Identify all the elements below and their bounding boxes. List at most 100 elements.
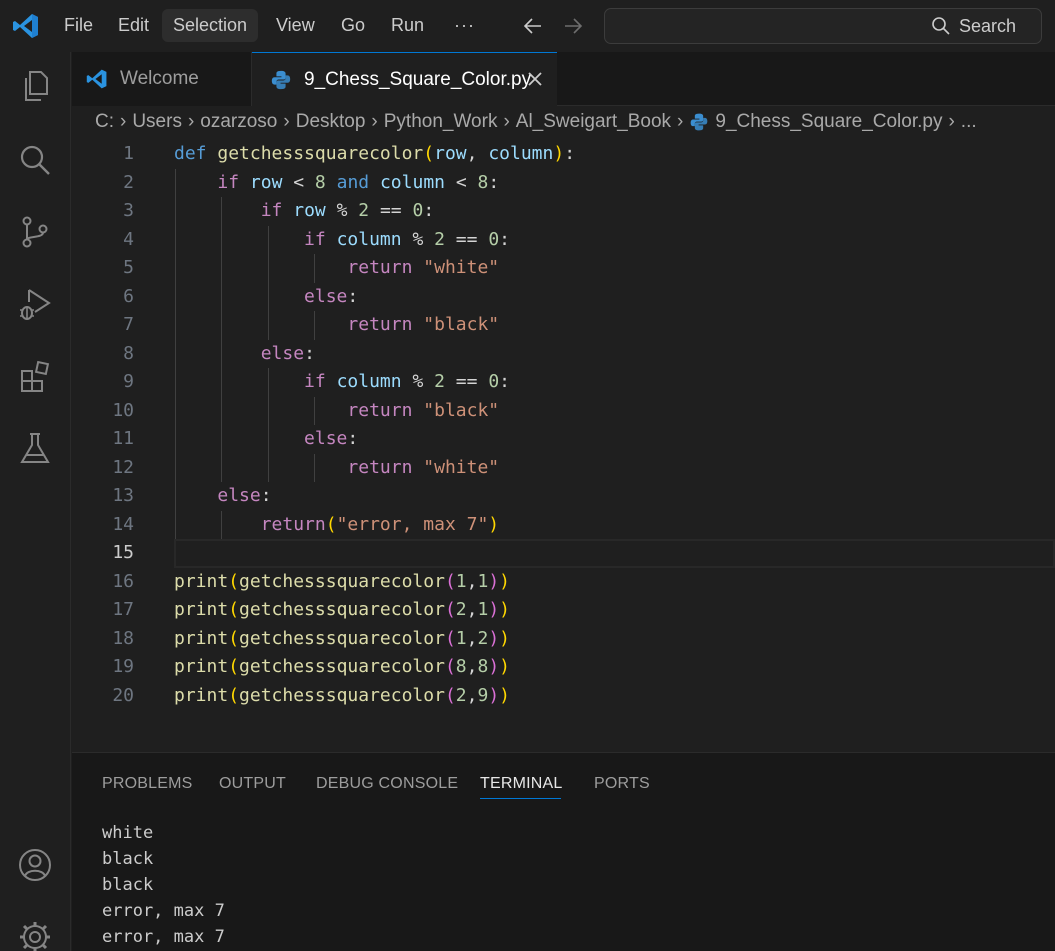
- code-line[interactable]: 4 if column % 2 == 0:: [72, 225, 1055, 255]
- code-line[interactable]: 15: [72, 539, 1055, 568]
- tab-welcome[interactable]: Welcome: [72, 52, 252, 106]
- breadcrumb-item[interactable]: Python_Work: [384, 111, 498, 133]
- panel-tab-problems[interactable]: PROBLEMS: [102, 775, 193, 793]
- code-token: %: [401, 228, 435, 250]
- indent-guide: [175, 254, 176, 283]
- panel-tab-debug-console[interactable]: DEBUG CONSOLE: [316, 775, 458, 793]
- activity-bar: [0, 52, 71, 951]
- line-number: 14: [112, 513, 134, 535]
- code-line[interactable]: 19 print(getchesssquarecolor(8,8)): [72, 653, 1055, 682]
- back-arrow-icon[interactable]: [521, 14, 545, 38]
- code-line[interactable]: 11 else:: [72, 425, 1055, 454]
- panel-tab-output[interactable]: OUTPUT: [219, 775, 286, 793]
- line-number: 3: [123, 200, 134, 221]
- code-line[interactable]: 2 if row < 8 and column < 8:: [72, 168, 1055, 197]
- line-number: 10: [112, 399, 134, 421]
- command-center-search[interactable]: Search: [604, 8, 1042, 44]
- code-token: ): [488, 656, 500, 677]
- current-line-highlight: [174, 539, 1055, 568]
- title-bar: File Edit Selection View Go Run ··· Sear…: [0, 0, 1055, 52]
- line-number: 1: [123, 143, 134, 164]
- code-token: %: [325, 200, 359, 221]
- code-line[interactable]: 9 if column % 2 == 0:: [72, 368, 1055, 397]
- menu-more-button[interactable]: ···: [443, 9, 486, 42]
- indent-guide: [221, 510, 223, 539]
- chevron-right-icon: ›: [120, 111, 127, 132]
- code-line[interactable]: 1 def getchesssquarecolor(row, column):: [72, 140, 1055, 169]
- line-number: 19: [112, 656, 134, 677]
- breadcrumb-item[interactable]: ozarzoso: [200, 111, 277, 133]
- code-token: (: [228, 599, 240, 620]
- breadcrumb-item[interactable]: C:: [95, 111, 114, 133]
- code-token: ): [499, 656, 510, 677]
- code-token: column: [336, 371, 402, 392]
- code-line[interactable]: 12 return "white": [72, 453, 1055, 482]
- code-line[interactable]: 5 return "white": [72, 254, 1055, 283]
- code-line[interactable]: 10 return "black": [72, 396, 1055, 425]
- chevron-right-icon: ›: [948, 111, 955, 132]
- manage-gear-icon[interactable]: [17, 919, 53, 951]
- breadcrumb-item[interactable]: ...: [961, 111, 977, 133]
- code-token: and: [336, 171, 370, 193]
- panel-tab-terminal[interactable]: TERMINAL: [480, 775, 563, 793]
- code-line[interactable]: 18 print(getchesssquarecolor(1,2)): [72, 625, 1055, 654]
- extensions-icon[interactable]: [17, 358, 53, 394]
- code-token: 8: [477, 171, 489, 193]
- menu-view[interactable]: View: [265, 9, 326, 42]
- panel-tab-ports[interactable]: PORTS: [594, 775, 650, 793]
- code-token: column: [379, 171, 445, 193]
- indent-guide: [221, 197, 223, 226]
- search-icon[interactable]: [17, 142, 53, 178]
- code-line[interactable]: 14 return("error, max 7"): [72, 510, 1055, 539]
- code-token: 0: [488, 371, 500, 392]
- menu-selection[interactable]: Selection: [162, 9, 259, 42]
- breadcrumb-item[interactable]: 9_Chess_Square_Color.py: [715, 111, 942, 133]
- code-line[interactable]: 7 return "black": [72, 311, 1055, 340]
- chevron-right-icon: ›: [503, 111, 510, 132]
- code-text: if column % 2 == 0:: [174, 226, 510, 255]
- code-token: return: [347, 399, 413, 421]
- accounts-icon[interactable]: [17, 847, 53, 883]
- code-line[interactable]: 3 if row % 2 == 0:: [72, 197, 1055, 226]
- close-icon[interactable]: [525, 69, 545, 89]
- code-line[interactable]: 8 else:: [72, 339, 1055, 368]
- vscode-logo-icon: [86, 69, 107, 89]
- breadcrumb-item[interactable]: Al_Sweigart_Book: [516, 111, 671, 133]
- line-number: 20: [112, 684, 134, 706]
- menu-run[interactable]: Run: [380, 9, 435, 42]
- code-editor[interactable]: 1 def getchesssquarecolor(row, column): 2 …: [72, 140, 1055, 750]
- source-control-icon[interactable]: [17, 214, 53, 250]
- code-token: ): [499, 599, 510, 620]
- menu-go[interactable]: Go: [330, 9, 376, 42]
- run-debug-icon[interactable]: [17, 286, 53, 322]
- code-line[interactable]: 16 print(getchesssquarecolor(1,1)): [72, 568, 1055, 597]
- code-line[interactable]: 20 print(getchesssquarecolor(2,9)): [72, 682, 1055, 711]
- testing-icon[interactable]: [17, 430, 53, 466]
- tab-chess-square-color[interactable]: 9_Chess_Square_Color.py: [252, 52, 557, 107]
- code-line[interactable]: 17 print(getchesssquarecolor(2,1)): [72, 596, 1055, 625]
- code-token: ): [488, 627, 500, 649]
- line-number: 18: [112, 627, 134, 649]
- code-line[interactable]: 6 else:: [72, 282, 1055, 311]
- menu-edit[interactable]: Edit: [107, 9, 160, 42]
- code-token: ,: [466, 656, 478, 677]
- forward-arrow-icon[interactable]: [561, 14, 585, 38]
- code-token: ): [488, 513, 500, 535]
- code-token: (: [228, 627, 240, 649]
- code-token: (: [444, 627, 456, 649]
- indent-guide: [267, 254, 269, 283]
- breadcrumb-item[interactable]: Users: [132, 111, 182, 133]
- explorer-icon[interactable]: [17, 68, 53, 104]
- code-token: print: [174, 684, 229, 706]
- indent-guide: [221, 339, 223, 368]
- editor-tab-bar: Welcome 9_Chess_Square_Color.py: [72, 52, 1055, 107]
- indent-guide: [175, 282, 176, 311]
- code-line[interactable]: 13 else:: [72, 482, 1055, 511]
- menu-file[interactable]: File: [53, 9, 104, 42]
- breadcrumb-item[interactable]: Desktop: [296, 111, 366, 133]
